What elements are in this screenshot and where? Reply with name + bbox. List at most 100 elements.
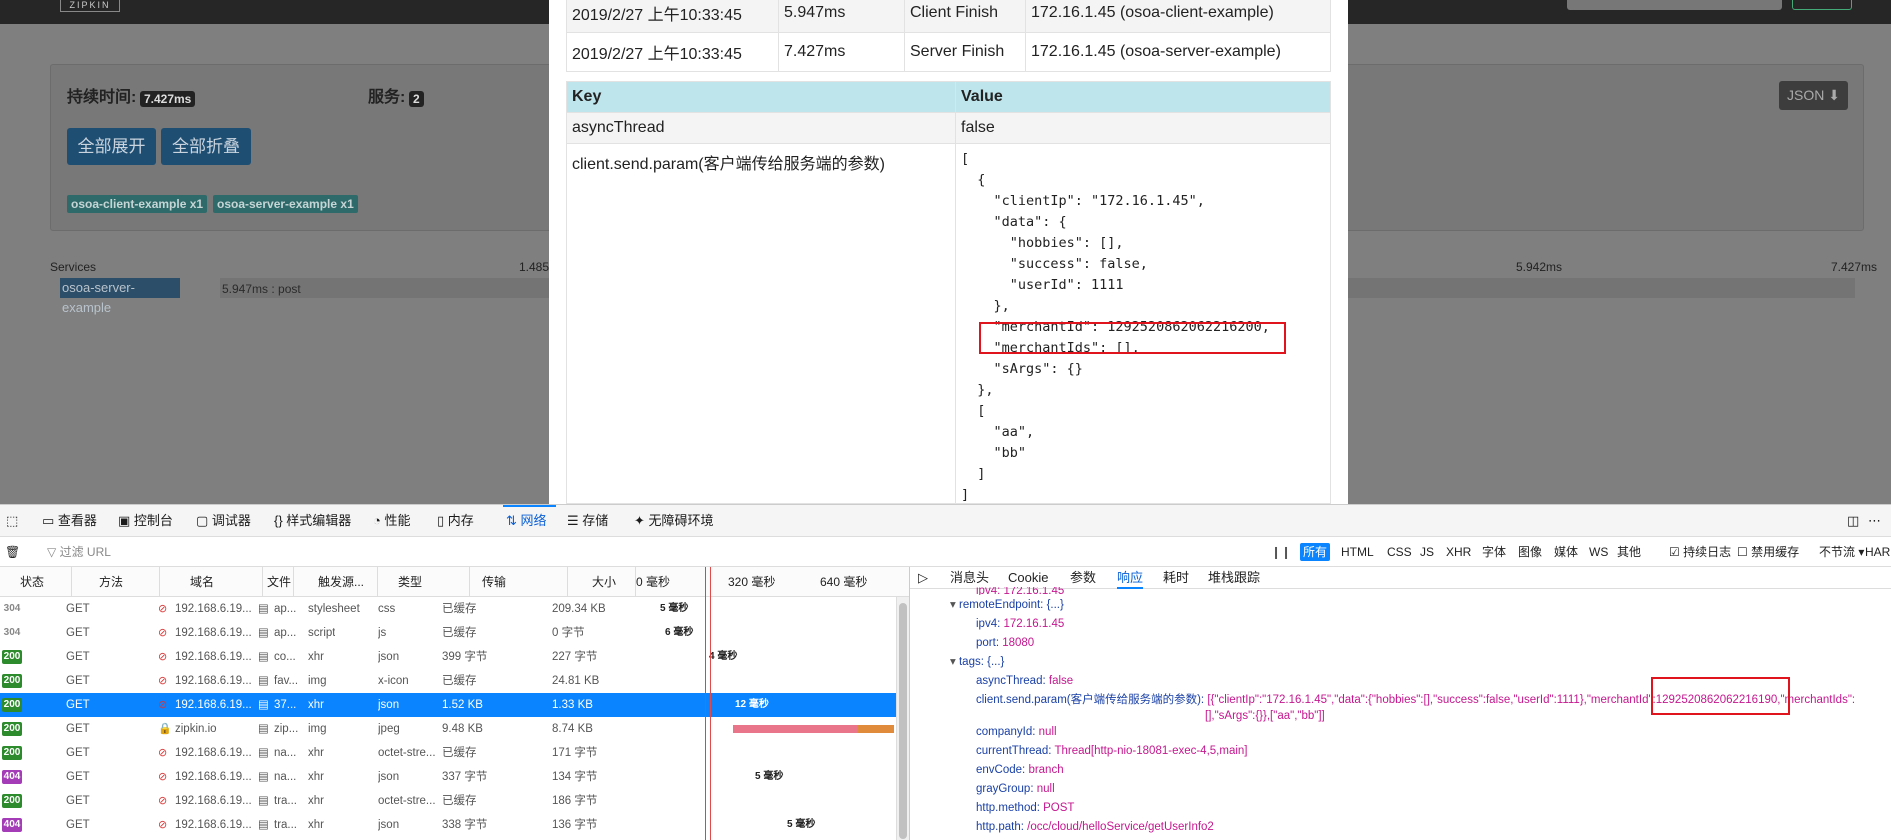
download-icon: ⬇ [1828, 87, 1840, 103]
request-row[interactable]: 200 GET zipkin.io zip... img jpeg 9.48 KB 8.74 … [0, 717, 896, 741]
service-tag-server[interactable]: osoa-server-example x1 [213, 195, 358, 213]
tab-response[interactable]: 响应 [1117, 567, 1144, 589]
response-tag-line: http.method: POST [976, 800, 1074, 816]
tab-headers[interactable]: 消息头 [950, 567, 989, 589]
port-value: 18080 [1002, 637, 1035, 649]
nav-go-button[interactable] [1792, 0, 1852, 10]
tab-debugger[interactable]: ▢ 调试器 [196, 505, 251, 537]
har-menu[interactable]: HAR [1862, 543, 1891, 561]
tab-cookies[interactable]: Cookie [1008, 567, 1048, 589]
request-domain: 192.168.6.19... [175, 627, 252, 639]
trash-icon[interactable]: 🗑 [2, 543, 23, 561]
tab-storage[interactable]: ☰ 存储 [567, 505, 608, 537]
tab-style-editor[interactable]: {} 样式编辑器 [274, 505, 351, 537]
duration-label: 持续时间: [67, 89, 137, 106]
tab-stack-trace[interactable]: 堆栈跟踪 [1208, 567, 1260, 589]
request-transferred: 已缓存 [442, 603, 477, 615]
filter-images[interactable]: 图像 [1515, 543, 1545, 561]
collapse-all-button[interactable]: 全部折叠 [161, 128, 251, 165]
devtools-toolbar: ⬚ ▭ 查看器 ▣ 控制台 ▢ 调试器 {} 样式编辑器 ◔ 性能 ▯ 内存 ⇅… [0, 505, 1891, 537]
col-type[interactable]: 类型 [378, 567, 470, 597]
tab-timings[interactable]: 耗时 [1163, 567, 1189, 589]
response-tag-line: [],"sArgs":{}},["aa","bb"]] [1205, 708, 1325, 724]
request-row[interactable]: 404 GET 192.168.6.19... na... xhr json 337 字节 1… [0, 765, 896, 789]
pick-element-icon[interactable]: ⬚ [6, 505, 18, 537]
filter-js[interactable]: JS [1417, 543, 1437, 561]
zipkin-logo[interactable]: ZIPKIN [60, 0, 120, 12]
request-row[interactable]: 200 GET 192.168.6.19... tra... xhr octet-stre… [0, 789, 896, 813]
nav-search-input[interactable] [1567, 0, 1782, 10]
request-size: 209.34 KB [552, 603, 606, 615]
throttling-select[interactable]: 不节流 ▾ [1816, 543, 1867, 561]
filter-all[interactable]: 所有 [1300, 543, 1331, 561]
filter-xhr[interactable]: XHR [1443, 543, 1474, 561]
merchantid-response-highlight-box [1651, 677, 1790, 715]
request-size: 171 字节 [552, 747, 598, 759]
request-method: GET [66, 747, 90, 759]
request-row[interactable]: 200 GET 192.168.6.19... fav... img x-icon 已缓存 2… [0, 669, 896, 693]
remote-endpoint-node[interactable]: ▾ remoteEndpoint: {...} [950, 597, 1064, 613]
toggle-sidebar-icon[interactable]: ▷ [918, 567, 928, 589]
tag-key: envCode: [976, 764, 1026, 776]
filter-fonts[interactable]: 字体 [1479, 543, 1509, 561]
persist-logs-checkbox[interactable]: ☑ 持续日志 [1666, 543, 1734, 561]
col-method[interactable]: 方法 [72, 567, 160, 597]
more-options-icon[interactable]: ⋯ [1868, 505, 1881, 537]
filter-html[interactable]: HTML [1338, 543, 1377, 561]
request-row[interactable]: 200 GET 192.168.6.19... 37... xhr json 1.52 KB… [0, 693, 896, 717]
request-domain: 192.168.6.19... [175, 795, 252, 807]
tab-params[interactable]: 参数 [1070, 567, 1096, 589]
expand-all-button[interactable]: 全部展开 [67, 128, 156, 165]
tag-key: companyId: [976, 726, 1036, 738]
request-method: GET [66, 819, 90, 831]
request-status: 200 [2, 650, 22, 664]
request-file: zip... [274, 723, 299, 735]
tag-value: false [961, 119, 995, 136]
col-file[interactable]: 文件 [263, 567, 294, 597]
tab-performance[interactable]: ◔ 性能 [373, 505, 410, 537]
filter-media[interactable]: 媒体 [1551, 543, 1581, 561]
col-transferred[interactable]: 传输 [470, 567, 568, 597]
waterfall-timing-label: 12 毫秒 [735, 699, 769, 710]
span-service-name[interactable]: osoa-server-example [60, 278, 180, 315]
tab-performance-label: 性能 [384, 513, 411, 528]
json-button[interactable]: JSON ⬇ [1779, 81, 1848, 110]
col-size[interactable]: 大小 [568, 567, 636, 597]
tab-accessibility[interactable]: ✦ 无障碍环境 [634, 505, 714, 537]
service-tag-client[interactable]: osoa-client-example x1 [67, 195, 208, 213]
expand-arrow-icon: ▾ [950, 656, 956, 668]
waterfall-bar [733, 725, 858, 733]
tab-memory[interactable]: ▯ 内存 [437, 505, 474, 537]
sidebar-splitter[interactable] [896, 603, 908, 840]
filter-url-input[interactable]: ▽ 过滤 URL [44, 543, 114, 561]
tab-memory-label: 内存 [447, 513, 474, 528]
filter-css[interactable]: CSS [1384, 543, 1415, 561]
request-row[interactable]: 404 GET 192.168.6.19... tra... xhr json 338 字节… [0, 813, 896, 837]
tab-inspector[interactable]: ▭ 查看器 [42, 505, 97, 537]
pause-icon[interactable]: ❙❙ [1268, 543, 1294, 561]
tab-console[interactable]: ▣ 控制台 [118, 505, 173, 537]
dock-icon[interactable]: ◫ [1847, 505, 1859, 537]
disable-cache-checkbox[interactable]: ☐ 禁用缓存 [1734, 543, 1802, 561]
tab-style-editor-label: 样式编辑器 [286, 513, 352, 528]
col-status[interactable]: 状态 [0, 567, 72, 597]
request-row[interactable]: 304 GET 192.168.6.19... ap... stylesheet css 已… [0, 597, 896, 621]
col-waterfall[interactable]: 0 毫秒 320 毫秒 640 毫秒 [636, 567, 896, 597]
filter-ws[interactable]: WS [1586, 543, 1611, 561]
file-icon: ▤ [258, 627, 269, 639]
request-row[interactable]: 200 GET 192.168.6.19... na... xhr octet-stre.… [0, 741, 896, 765]
request-size: 8.74 KB [552, 723, 593, 735]
col-domain[interactable]: 域名 [160, 567, 263, 597]
tag-value: POST [1043, 802, 1075, 814]
tags-node[interactable]: ▾ tags: {...} [950, 654, 1004, 670]
file-icon: ▤ [258, 795, 269, 807]
duration: 持续时间: 7.427ms [67, 83, 196, 107]
request-row[interactable]: 200 GET 192.168.6.19... co... xhr json 399 字节 2… [0, 645, 896, 669]
tab-network[interactable]: ⇅ 网络 [503, 505, 556, 537]
file-icon: ▤ [258, 771, 269, 783]
tag-key: grayGroup: [976, 783, 1034, 795]
waterfall-bar [858, 725, 894, 733]
filter-other[interactable]: 其他 [1614, 543, 1644, 561]
request-row[interactable]: 304 GET 192.168.6.19... ap... script js 已缓存 0 字… [0, 621, 896, 645]
col-cause[interactable]: 触发源... [294, 567, 378, 597]
